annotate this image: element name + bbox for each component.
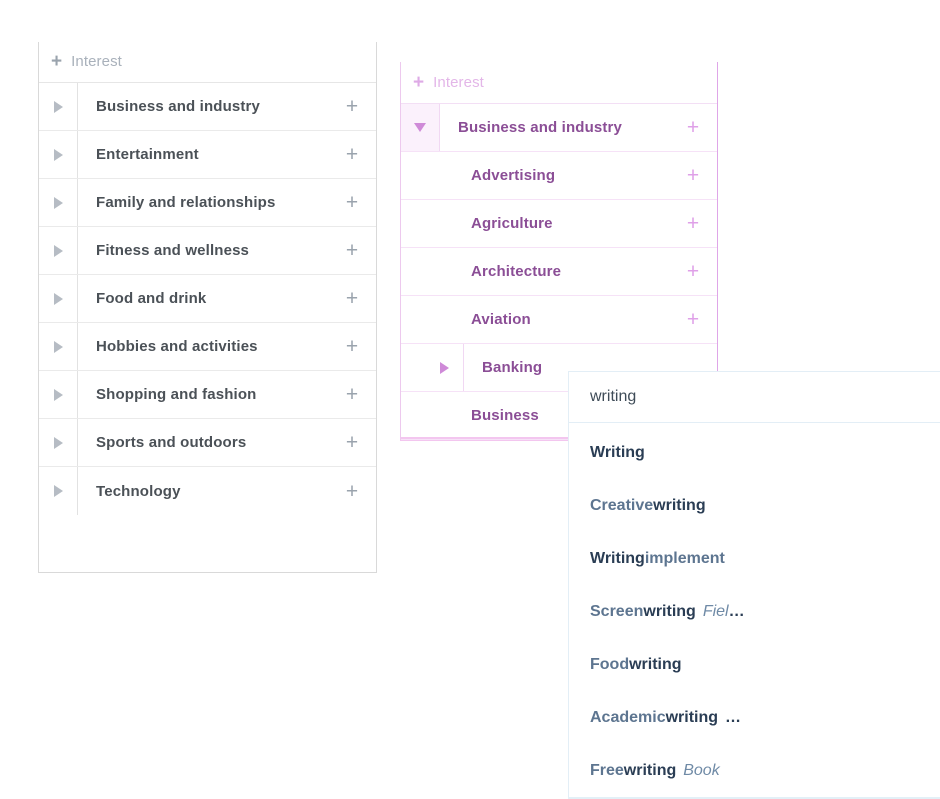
tree-row[interactable]: Agriculture + [401,200,717,248]
interest-tree-expanded-header-label: Interest [433,74,484,91]
suggestion-context: Fiel [702,602,729,620]
autocomplete-item[interactable]: Free writing Book [569,744,940,797]
autocomplete-item[interactable]: Academic writing … [569,691,940,744]
tree-row-label[interactable]: Fitness and wellness [77,227,328,274]
tree-row-label[interactable]: Food and drink [77,275,328,322]
tree-row[interactable]: Hobbies and activities + [39,323,376,371]
add-interest-button[interactable]: + [669,200,717,247]
interest-tree-expanded-header: + Interest [401,62,717,104]
add-interest-button[interactable]: + [328,371,376,418]
suggestion-prefix: Academic [590,708,666,726]
suggestion-context: Book [683,761,720,779]
tree-row-label[interactable]: Shopping and fashion [77,371,328,418]
add-interest-button[interactable]: + [669,248,717,295]
tree-row-expanded-parent[interactable]: Business and industry + [401,104,717,152]
chevron-right-icon[interactable] [39,227,77,274]
interest-search-input[interactable] [590,388,940,406]
autocomplete-item[interactable]: Screen writing Fiel… [569,585,940,638]
tree-row[interactable]: Architecture + [401,248,717,296]
suggestion-prefix: Screen [590,602,644,620]
tree-row[interactable]: Business and industry + [39,83,376,131]
add-interest-button[interactable]: + [328,467,376,515]
chevron-right-icon[interactable] [39,323,77,370]
suggestion-match: writing [629,655,682,673]
chevron-right-icon[interactable] [39,131,77,178]
tree-row-label[interactable]: Business and industry [77,83,328,130]
suggestion-ellipsis: … [725,708,742,726]
add-interest-button[interactable]: + [328,275,376,322]
chevron-right-icon[interactable] [39,419,77,466]
add-interest-button[interactable]: + [328,131,376,178]
tree-row[interactable]: Shopping and fashion + [39,371,376,419]
tree-row[interactable]: Entertainment + [39,131,376,179]
plus-icon[interactable]: + [51,52,62,71]
suggestion-prefix: Free [590,761,624,779]
autocomplete-item[interactable]: Creative writing [569,479,940,532]
tree-row-label[interactable]: Family and relationships [77,179,328,226]
add-interest-button[interactable]: + [328,227,376,274]
tree-row-label[interactable]: Hobbies and activities [77,323,328,370]
chevron-right-icon[interactable] [39,467,77,515]
suggestion-match: writing [623,761,677,779]
interest-tree-panel: + Interest Business and industry + Enter… [38,41,377,573]
tree-row-label[interactable]: Technology [77,467,328,515]
chevron-right-icon[interactable] [39,371,77,418]
autocomplete-item[interactable]: Writing [569,426,940,479]
autocomplete-results-list: Writing Creative writing Writing impleme… [568,423,940,799]
tree-row[interactable]: Sports and outdoors + [39,419,376,467]
autocomplete-item[interactable]: Writing implement [569,532,940,585]
add-interest-button[interactable]: + [328,179,376,226]
autocomplete-item[interactable]: Food writing [569,638,940,691]
suggestion-ellipsis: … [728,602,745,620]
tree-row-label[interactable]: Aviation [439,296,669,343]
interest-tree-header-label: Interest [71,53,122,70]
plus-icon[interactable]: + [413,73,424,92]
add-interest-button[interactable]: + [669,296,717,343]
suggestion-match: Writing [590,549,645,567]
add-interest-button[interactable]: + [328,323,376,370]
add-interest-button[interactable]: + [669,104,717,151]
tree-row[interactable]: Advertising + [401,152,717,200]
chevron-right-icon[interactable] [425,344,463,391]
suggestion-suffix: implement [644,549,725,567]
add-interest-button[interactable]: + [669,152,717,199]
tree-row-label[interactable]: Entertainment [77,131,328,178]
tree-row-label[interactable]: Architecture [439,248,669,295]
interest-autocomplete-dropdown: Writing Creative writing Writing impleme… [568,371,940,799]
add-interest-button[interactable]: + [328,83,376,130]
tree-row-label[interactable]: Advertising [439,152,669,199]
suggestion-match: writing [653,496,706,514]
suggestion-prefix: Food [590,655,630,673]
suggestion-match: writing [643,602,696,620]
tree-row-label[interactable]: Business and industry [439,104,669,151]
tree-row[interactable]: Aviation + [401,296,717,344]
chevron-down-icon[interactable] [401,104,439,151]
chevron-right-icon[interactable] [39,179,77,226]
suggestion-match: Writing [590,443,645,461]
tree-row[interactable]: Family and relationships + [39,179,376,227]
chevron-right-icon[interactable] [39,275,77,322]
suggestion-match: writing [665,708,719,726]
add-interest-button[interactable]: + [328,419,376,466]
tree-row[interactable]: Food and drink + [39,275,376,323]
tree-row[interactable]: Technology + [39,467,376,515]
tree-row-label[interactable]: Agriculture [439,200,669,247]
tree-row-label[interactable]: Sports and outdoors [77,419,328,466]
tree-row[interactable]: Fitness and wellness + [39,227,376,275]
interest-tree-header: + Interest [39,41,376,83]
suggestion-prefix: Creative [590,496,654,514]
chevron-right-icon[interactable] [39,83,77,130]
search-input-wrapper[interactable] [568,371,940,423]
